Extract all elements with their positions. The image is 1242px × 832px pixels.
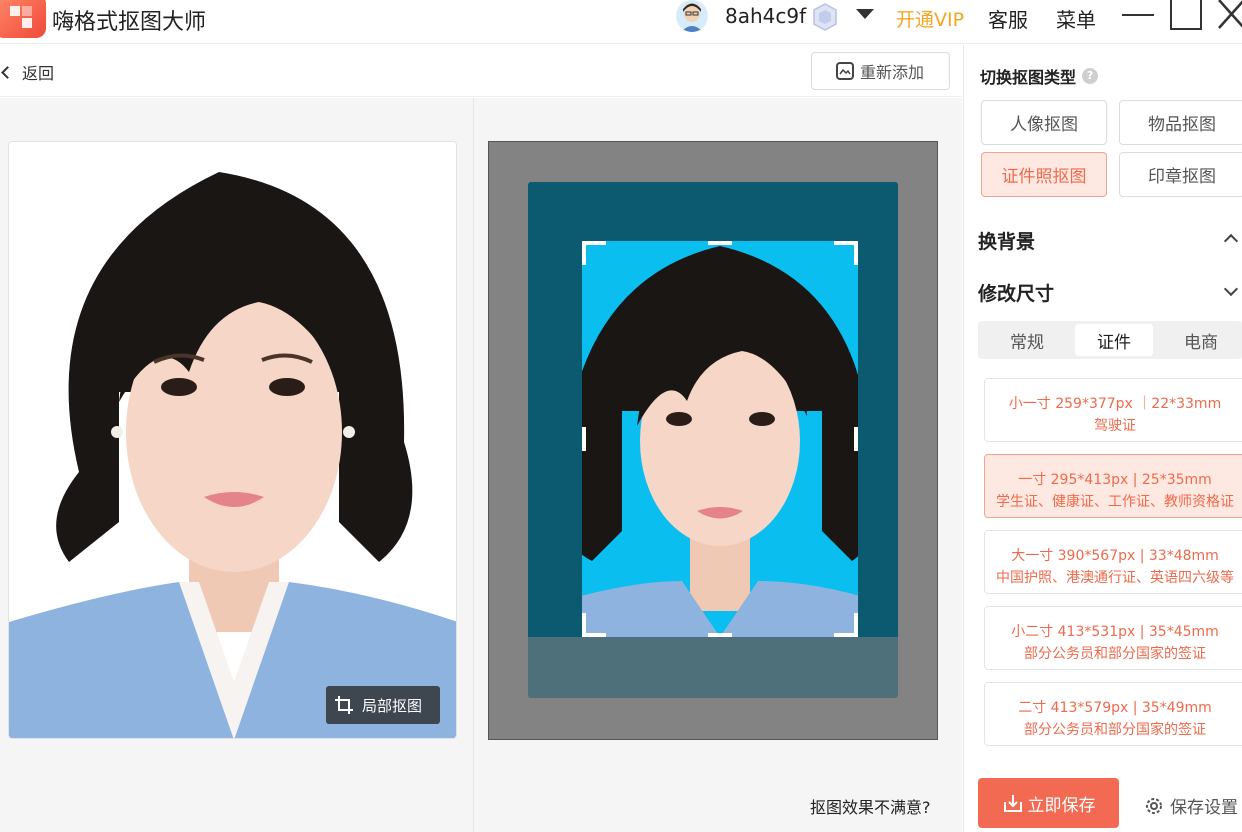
menu-link[interactable]: 菜单 <box>1056 4 1096 33</box>
size-option-spec: 一寸 295*413px | 25*35mm <box>1018 472 1212 488</box>
chevron-down-icon[interactable] <box>856 9 874 19</box>
crop-mask-bottom <box>528 637 898 698</box>
readd-label: 重新添加 <box>860 63 925 82</box>
result-portrait-illustration <box>582 241 858 637</box>
type-object-button[interactable]: 物品抠图 <box>1119 100 1242 145</box>
close-icon[interactable] <box>1216 0 1242 30</box>
unsatisfied-link[interactable]: 抠图效果不满意? <box>810 794 931 818</box>
save-settings-button[interactable]: 保存设置 <box>1144 793 1238 818</box>
toolbar: 返回 重新添加 <box>0 45 962 97</box>
size-option-spec: 二寸 413*579px | 35*49mm <box>1018 700 1212 716</box>
size-option-usage: 部分公务员和部分国家的签证 <box>1024 722 1206 738</box>
original-photo <box>8 141 457 739</box>
size-option-usage: 驾驶证 <box>1094 418 1136 434</box>
readd-button[interactable]: 重新添加 <box>811 52 950 90</box>
partial-crop-button[interactable]: 局部抠图 <box>326 686 440 724</box>
resize-header[interactable]: 修改尺寸 <box>978 279 1054 306</box>
portrait-illustration <box>9 142 456 738</box>
size-option-usage: 学生证、健康证、工作证、教师资格证 <box>996 494 1234 510</box>
back-label: 返回 <box>22 64 55 83</box>
size-option-spec: 大一寸 390*567px | 33*48mm <box>1011 548 1219 564</box>
size-option[interactable]: 一寸 295*413px | 25*35mm 学生证、健康证、工作证、教师资格证 <box>984 454 1242 518</box>
customer-service-link[interactable]: 客服 <box>988 4 1028 33</box>
chevron-up-icon[interactable] <box>1223 233 1239 249</box>
image-add-icon <box>836 62 854 80</box>
size-option-spec: 小二寸 413*531px | 35*45mm <box>1011 624 1219 640</box>
type-title-label: 切换抠图类型 <box>980 68 1077 87</box>
help-icon[interactable]: ? <box>1082 68 1099 84</box>
size-option-usage: 中国护照、港澳通行证、英语四六级等 <box>996 570 1234 586</box>
avatar[interactable] <box>676 0 708 32</box>
save-settings-label: 保存设置 <box>1170 798 1238 818</box>
size-option-usage: 部分公务员和部分国家的签证 <box>1024 646 1206 662</box>
chevron-down-icon[interactable] <box>1223 281 1239 297</box>
type-section-title: 切换抠图类型 ? <box>980 64 1099 88</box>
username[interactable]: 8ah4c9f <box>725 4 806 28</box>
open-vip-link[interactable]: 开通VIP <box>896 5 964 32</box>
back-button[interactable]: 返回 <box>0 60 54 84</box>
back-chevron-icon <box>1 65 14 79</box>
size-category-tabs: 常规 证件 电商 <box>978 321 1242 359</box>
size-option[interactable]: 二寸 413*579px | 35*49mm 部分公务员和部分国家的签证 <box>984 682 1242 746</box>
size-option-spec: 小一寸 259*377px ｜22*33mm <box>1008 396 1222 412</box>
size-option[interactable]: 小二寸 413*531px | 35*45mm 部分公务员和部分国家的签证 <box>984 606 1242 670</box>
type-portrait-button[interactable]: 人像抠图 <box>981 100 1107 145</box>
save-now-button[interactable]: 立即保存 <box>978 778 1119 828</box>
maximize-icon[interactable] <box>1170 0 1202 30</box>
tab-regular[interactable]: 常规 <box>988 324 1066 356</box>
change-background-header[interactable]: 换背景 <box>978 227 1035 254</box>
crop-icon <box>335 696 353 714</box>
app-logo-icon <box>0 0 46 38</box>
download-icon <box>1003 795 1022 812</box>
app-title: 嗨格式抠图大师 <box>52 10 207 35</box>
vip-badge-icon <box>810 2 840 36</box>
minimize-icon[interactable] <box>1122 14 1154 16</box>
title-bar: 嗨格式抠图大师 8ah4c9f 开通VIP 客服 菜单 <box>0 0 1242 44</box>
type-seal-button[interactable]: 印章抠图 <box>1119 152 1242 197</box>
save-now-label: 立即保存 <box>1027 795 1096 816</box>
type-id-photo-button[interactable]: 证件照抠图 <box>981 152 1107 197</box>
gear-icon <box>1146 797 1162 814</box>
tab-ecommerce[interactable]: 电商 <box>1162 324 1240 356</box>
size-option[interactable]: 小一寸 259*377px ｜22*33mm 驾驶证 <box>984 378 1242 442</box>
size-option[interactable]: 大一寸 390*567px | 33*48mm 中国护照、港澳通行证、英语四六级… <box>984 530 1242 594</box>
result-photo[interactable] <box>582 241 858 637</box>
tab-id[interactable]: 证件 <box>1075 324 1153 356</box>
partial-crop-label: 局部抠图 <box>362 696 423 715</box>
settings-sidebar: 切换抠图类型 ? 人像抠图 物品抠图 证件照抠图 印章抠图 换背景 修改尺寸 常… <box>963 45 1242 832</box>
